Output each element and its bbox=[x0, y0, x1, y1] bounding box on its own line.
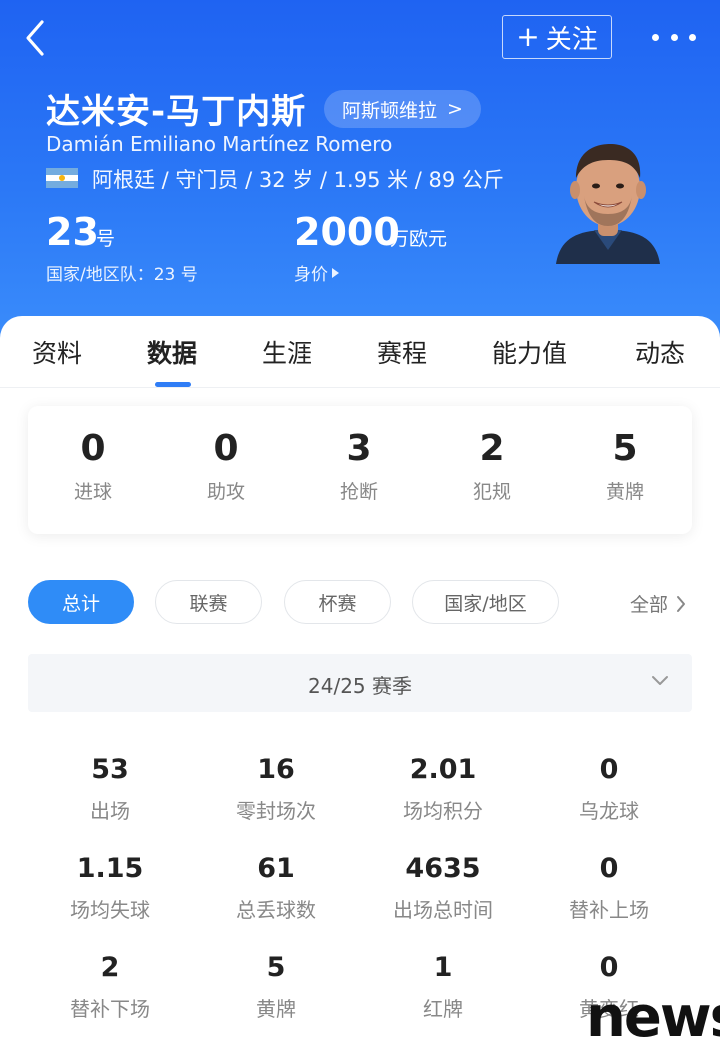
market-value-unit: 万欧元 bbox=[390, 228, 448, 250]
stat-value: 4635 bbox=[405, 853, 481, 884]
more-dot-icon bbox=[689, 33, 696, 41]
filter-league[interactable]: 联赛 bbox=[155, 580, 262, 624]
tab-profile[interactable]: 资料 bbox=[32, 334, 82, 370]
national-team-number: 国家/地区队：23 号 bbox=[46, 265, 198, 285]
stat-item: 2 替补下场 bbox=[25, 952, 195, 1022]
more-options-button[interactable] bbox=[652, 22, 696, 52]
stat-item: 0 替补上场 bbox=[524, 853, 694, 923]
summary-label: 黄牌 bbox=[605, 481, 644, 503]
stat-label: 零封场次 bbox=[236, 799, 316, 823]
all-filters-link[interactable]: 全部 bbox=[630, 590, 686, 617]
club-link[interactable]: 阿斯顿维拉 > bbox=[324, 90, 481, 128]
stat-item: 0 乌龙球 bbox=[524, 754, 694, 824]
stat-item: 5 黄牌 bbox=[191, 952, 361, 1022]
summary-item: 0 助攻 bbox=[181, 428, 271, 504]
stat-value: 0 bbox=[599, 853, 619, 884]
summary-label: 助攻 bbox=[206, 481, 245, 503]
stat-label: 替补下场 bbox=[70, 997, 150, 1021]
summary-item: 3 抢断 bbox=[314, 428, 404, 504]
stat-label: 乌龙球 bbox=[579, 799, 639, 823]
summary-card: 0 进球 0 助攻 3 抢断 2 犯规 5 黄牌 bbox=[28, 406, 692, 534]
player-avatar bbox=[556, 144, 660, 264]
shirt-number-unit: 号 bbox=[96, 228, 116, 250]
stat-value: 0 bbox=[599, 754, 619, 785]
content-panel: 资料 数据 生涯 赛程 能力值 动态 0 进球 0 助攻 3 抢断 2 犯规 5… bbox=[0, 316, 720, 1048]
stat-value: 5 bbox=[266, 952, 286, 983]
player-header: + 关注 达米安-马丁内斯 阿斯顿维拉 > Damián Emiliano Ma… bbox=[0, 0, 720, 340]
stat-item: 2.01 场均积分 bbox=[358, 754, 528, 824]
stat-value: 2.01 bbox=[409, 754, 477, 785]
filter-cup[interactable]: 杯赛 bbox=[284, 580, 391, 624]
stat-label: 场均失球 bbox=[70, 898, 150, 922]
chevron-right-icon: > bbox=[447, 98, 463, 120]
player-full-name: Damián Emiliano Martínez Romero bbox=[46, 132, 393, 156]
tab-career[interactable]: 生涯 bbox=[262, 334, 312, 370]
summary-value: 2 bbox=[479, 428, 505, 469]
summary-label: 抢断 bbox=[339, 481, 378, 503]
chevron-down-icon bbox=[652, 676, 668, 685]
summary-value: 0 bbox=[80, 428, 106, 469]
follow-button[interactable]: + 关注 bbox=[502, 15, 612, 59]
stat-value: 1 bbox=[433, 952, 453, 983]
market-value: 2000 bbox=[294, 210, 400, 254]
plus-icon: + bbox=[516, 20, 540, 53]
stat-value: 1.15 bbox=[76, 853, 144, 884]
stat-label: 红牌 bbox=[423, 997, 463, 1021]
summary-value: 3 bbox=[346, 428, 372, 469]
shirt-number: 23 bbox=[46, 210, 99, 254]
follow-label: 关注 bbox=[545, 24, 598, 55]
summary-label: 犯规 bbox=[472, 481, 511, 503]
stat-item: 4635 出场总时间 bbox=[358, 853, 528, 923]
player-name: 达米安-马丁内斯 bbox=[46, 92, 307, 132]
tab-schedule[interactable]: 赛程 bbox=[377, 334, 427, 370]
stat-value: 53 bbox=[91, 754, 129, 785]
stat-label: 总丢球数 bbox=[236, 898, 316, 922]
club-name: 阿斯顿维拉 bbox=[342, 99, 438, 122]
stat-item: 53 出场 bbox=[25, 754, 195, 824]
filter-total[interactable]: 总计 bbox=[28, 580, 134, 624]
stat-label: 出场总时间 bbox=[393, 898, 493, 922]
more-dot-icon bbox=[652, 33, 659, 41]
stat-label: 替补上场 bbox=[569, 898, 649, 922]
chevron-left-icon bbox=[26, 20, 44, 56]
active-tab-indicator bbox=[155, 382, 191, 387]
stat-value: 61 bbox=[257, 853, 295, 884]
season-select[interactable]: 24/25 赛季 bbox=[28, 654, 692, 712]
more-dot-icon bbox=[670, 33, 678, 41]
stat-item: 1 红牌 bbox=[358, 952, 528, 1022]
stat-label: 出场 bbox=[90, 799, 130, 823]
stat-value: 16 bbox=[257, 754, 295, 785]
summary-value: 5 bbox=[612, 428, 638, 469]
stat-item: 16 零封场次 bbox=[191, 754, 361, 824]
all-filters-label: 全部 bbox=[630, 594, 669, 616]
chevron-right-icon bbox=[677, 595, 686, 612]
stat-value: 0 bbox=[599, 952, 619, 983]
argentina-flag-icon bbox=[46, 168, 78, 188]
stat-value: 2 bbox=[100, 952, 120, 983]
stat-label: 黄牌 bbox=[256, 997, 296, 1021]
market-value-label: 身价 bbox=[294, 265, 328, 285]
player-meta: 阿根廷 / 守门员 / 32 岁 / 1.95 米 / 89 公斤 bbox=[92, 168, 504, 192]
summary-value: 0 bbox=[213, 428, 239, 469]
tab-news[interactable]: 动态 bbox=[635, 334, 685, 370]
triangle-right-icon bbox=[332, 267, 339, 278]
news-watermark: news bbox=[586, 985, 720, 1048]
stat-item: 1.15 场均失球 bbox=[25, 853, 195, 923]
summary-item: 2 犯规 bbox=[447, 428, 537, 504]
summary-label: 进球 bbox=[73, 481, 112, 503]
tab-bar: 资料 数据 生涯 赛程 能力值 动态 bbox=[0, 316, 720, 388]
tab-data[interactable]: 数据 bbox=[147, 334, 197, 370]
summary-item: 5 黄牌 bbox=[580, 428, 670, 504]
tab-ability[interactable]: 能力值 bbox=[492, 334, 567, 370]
market-value-link[interactable]: 身价 bbox=[294, 260, 339, 285]
season-label: 24/25 赛季 bbox=[308, 674, 412, 698]
summary-item: 0 进球 bbox=[48, 428, 138, 504]
stat-label: 场均积分 bbox=[403, 799, 483, 823]
stat-item: 61 总丢球数 bbox=[191, 853, 361, 923]
back-button[interactable] bbox=[16, 18, 56, 58]
filter-national[interactable]: 国家/地区 bbox=[412, 580, 559, 624]
